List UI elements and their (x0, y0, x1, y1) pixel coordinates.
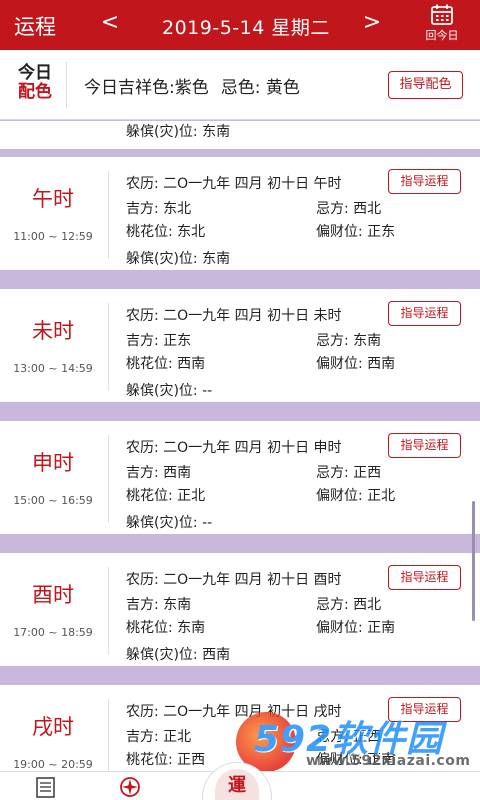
back-to-today-label: 回今日 (425, 29, 459, 42)
wealth-position: 偏财位: 正南 (316, 620, 396, 636)
logo-line1: 今日 (18, 63, 52, 83)
hour-card: 未时 13:00 ~ 14:59 农历: 二O一九年 四月 初十日 未时 指导运… (0, 289, 480, 402)
nav-compass-button[interactable] (118, 776, 142, 798)
avoid-direction: 忌方: 西北 (316, 201, 382, 217)
wealth-position: 偏财位: 西南 (316, 356, 396, 372)
hour-card: 酉时 17:00 ~ 18:59 农历: 二O一九年 四月 初十日 酉时 指导运… (0, 553, 480, 666)
today-color-bar: 今日 配色 今日吉祥色:紫色 忌色: 黄色 指导配色 (0, 50, 480, 120)
lunar-date: 农历: 二O一九年 四月 初十日 申时 (126, 440, 342, 456)
back-to-today-button[interactable]: 回今日 (418, 3, 466, 47)
hour-range: 19:00 ~ 20:59 (13, 758, 93, 771)
divider (108, 171, 109, 259)
peach-blossom-position: 桃花位: 东北 (126, 224, 206, 240)
disaster-position: 躲傧(灾)位: -- (126, 383, 213, 399)
peach-blossom-position: 桃花位: 西南 (126, 356, 206, 372)
watermark-url: www.592xiazai.com (306, 753, 471, 769)
peach-blossom-position: 桃花位: 东南 (126, 620, 206, 636)
fortune-guide-button[interactable]: 指导运程 (388, 169, 461, 194)
lucky-direction: 吉方: 东北 (126, 201, 192, 217)
top-header: 运程 < 2019-5-14 星期二 > 回今日 (0, 0, 480, 50)
disaster-position: 躲傧(灾)位: -- (126, 515, 213, 531)
logo-line2: 配色 (18, 82, 52, 102)
disaster-position: 躲傧(灾)位: 西南 (126, 647, 231, 663)
color-guide-button[interactable]: 指导配色 (388, 71, 463, 99)
lunar-date: 农历: 二O一九年 四月 初十日 午时 (126, 176, 342, 192)
lucky-direction: 吉方: 正北 (126, 729, 192, 745)
disaster-position: 躲傧(灾)位: 东南 (126, 124, 231, 140)
today-color-logo: 今日 配色 (15, 64, 55, 102)
hour-name: 未时 (32, 319, 74, 343)
divider (108, 303, 109, 391)
peach-blossom-position: 桃花位: 正北 (126, 488, 206, 504)
list-item-partial: 躲傧(灾)位: 东南 (0, 121, 480, 149)
hour-fortune-list[interactable]: 躲傧(灾)位: 东南 午时 11:00 ~ 12:59 农历: 二O一九年 四月… (0, 121, 480, 771)
divider (108, 567, 109, 655)
hour-name: 酉时 (32, 583, 74, 607)
calendar-icon (431, 4, 453, 25)
fortune-guide-button[interactable]: 指导运程 (388, 433, 461, 458)
hour-range: 15:00 ~ 16:59 (13, 494, 93, 507)
compass-icon (120, 777, 140, 797)
lucky-direction: 吉方: 正东 (126, 333, 192, 349)
next-day-button[interactable]: > (362, 10, 382, 35)
divider (108, 699, 109, 771)
wealth-position: 偏财位: 正北 (316, 488, 396, 504)
scrollbar[interactable] (472, 501, 475, 621)
lunar-date: 农历: 二O一九年 四月 初十日 未时 (126, 308, 342, 324)
divider (66, 62, 67, 108)
divider (108, 435, 109, 523)
lucky-direction: 吉方: 西南 (126, 465, 192, 481)
hour-range: 11:00 ~ 12:59 (13, 230, 93, 243)
nav-almanac-button[interactable] (34, 776, 58, 798)
lucky-color: 今日吉祥色:紫色 (84, 78, 209, 98)
fortune-tab-label: 運 (215, 769, 259, 800)
color-info: 今日吉祥色:紫色 忌色: 黄色 (84, 73, 300, 98)
peach-blossom-position: 桃花位: 正西 (126, 752, 206, 768)
disaster-position: 躲傧(灾)位: 东南 (126, 251, 231, 267)
hour-range: 13:00 ~ 14:59 (13, 362, 93, 375)
bottom-nav: 運 (0, 762, 480, 800)
hour-card: 申时 15:00 ~ 16:59 农历: 二O一九年 四月 初十日 申时 指导运… (0, 421, 480, 534)
avoid-direction: 忌方: 正西 (316, 465, 382, 481)
hour-name: 申时 (32, 451, 74, 475)
current-date: 2019-5-14 星期二 (162, 17, 330, 39)
hour-name: 戌时 (32, 715, 74, 739)
lunar-date: 农历: 二O一九年 四月 初十日 酉时 (126, 572, 342, 588)
hour-name: 午时 (32, 187, 74, 211)
avoid-direction: 忌方: 西北 (316, 597, 382, 613)
lucky-direction: 吉方: 东南 (126, 597, 192, 613)
book-icon (36, 777, 55, 798)
hour-card: 午时 11:00 ~ 12:59 农历: 二O一九年 四月 初十日 午时 指导运… (0, 157, 480, 270)
wealth-position: 偏财位: 正东 (316, 224, 396, 240)
watermark-logo: 592软件园 www.592xiazai.com (236, 710, 480, 774)
fortune-guide-button[interactable]: 指导运程 (388, 301, 461, 326)
avoid-color: 忌色: 黄色 (220, 78, 300, 98)
page-title: 运程 (14, 15, 56, 39)
fortune-guide-button[interactable]: 指导运程 (388, 565, 461, 590)
prev-day-button[interactable]: < (100, 10, 120, 35)
avoid-direction: 忌方: 东南 (316, 333, 382, 349)
hour-range: 17:00 ~ 18:59 (13, 626, 93, 639)
